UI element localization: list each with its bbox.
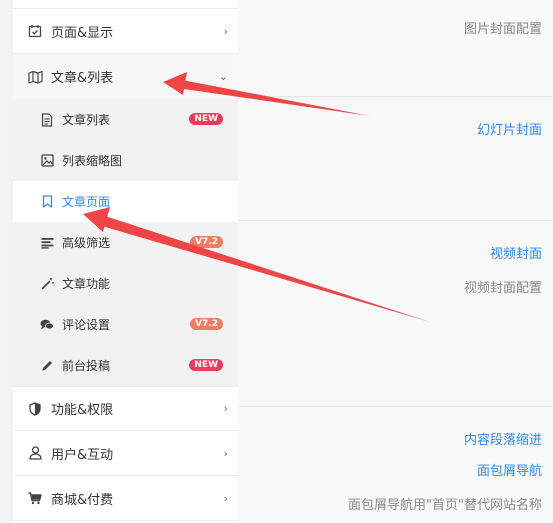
document-icon: [40, 112, 54, 127]
article-submenu: 文章列表 NEW 列表缩略图 文章页面 高级筛选 V7.2 文章功能 评论设置 …: [13, 99, 238, 386]
submenu-item-label: 文章列表: [62, 113, 111, 127]
sidebar-item-label: 用户&互动: [51, 447, 114, 463]
indent-link[interactable]: 内容段落缩进: [464, 429, 542, 448]
sidebar-item-features-permissions[interactable]: 功能&权限 ›: [13, 386, 238, 431]
bookmark-icon: [40, 195, 54, 209]
submenu-item-label: 评论设置: [62, 318, 111, 332]
submenu-item-frontend-submission[interactable]: 前台投稿 NEW: [13, 345, 238, 386]
video-cover-config-text: 视频封面配置: [463, 281, 542, 296]
submenu-item-label: 列表缩略图: [62, 154, 123, 168]
submenu-item-label: 前台投稿: [62, 359, 111, 373]
chevron-down-icon: ⌄: [218, 70, 228, 83]
magic-wand-icon: [40, 277, 54, 291]
cover-config-text: 图片封面配置: [463, 22, 542, 37]
submenu-item-label: 高级筛选: [62, 236, 111, 250]
version-badge: V7.2: [190, 318, 223, 330]
sidebar-item-label: 商城&付费: [51, 492, 114, 508]
new-badge: NEW: [189, 359, 223, 371]
map-icon: [27, 69, 43, 85]
video-cover-link[interactable]: 视频封面: [490, 243, 542, 262]
sidebar-item-article-list[interactable]: 文章&列表 ⌄: [13, 54, 238, 99]
submenu-item-article-features[interactable]: 文章功能: [13, 263, 238, 304]
chevron-right-icon: ›: [223, 491, 228, 505]
submenu-item-thumbnail[interactable]: 列表缩略图: [13, 140, 238, 181]
chevron-right-icon: ›: [223, 446, 228, 460]
filter-lines-icon: [40, 236, 54, 250]
slide-cover-link[interactable]: 幻灯片封面: [477, 119, 542, 138]
submenu-item-article-list[interactable]: 文章列表 NEW: [13, 99, 238, 140]
user-icon: [27, 445, 43, 461]
sidebar-item-label: 文章&列表: [51, 71, 114, 86]
chevron-right-icon: ›: [223, 402, 228, 415]
pencil-icon: [40, 359, 54, 373]
submenu-item-advanced-filter[interactable]: 高级筛选 V7.2: [13, 222, 238, 263]
image-icon: [40, 154, 54, 168]
section-divider: [238, 96, 553, 97]
shield-icon: [27, 401, 43, 417]
sidebar-item-users-interaction[interactable]: 用户&互动 ›: [13, 431, 238, 476]
calendar-check-icon: [27, 23, 43, 39]
sidebar-item-shop-payment[interactable]: 商城&付费 ›: [13, 476, 238, 521]
comment-icon: [40, 318, 54, 332]
sidebar-item-label: 功能&权限: [51, 403, 114, 418]
submenu-item-comment-settings[interactable]: 评论设置 V7.2: [13, 304, 238, 345]
left-gutter: [0, 0, 13, 523]
sidebar-top-strip: [13, 0, 238, 9]
submenu-item-label: 文章功能: [62, 277, 111, 291]
version-badge: V7.2: [190, 236, 223, 248]
section-divider: [238, 406, 553, 407]
submenu-item-label: 文章页面: [62, 195, 111, 209]
chevron-right-icon: ›: [223, 24, 228, 38]
submenu-item-article-page[interactable]: 文章页面: [13, 181, 238, 222]
breadcrumb-link[interactable]: 面包屑导航: [477, 460, 542, 479]
section-divider: [238, 220, 553, 221]
cart-icon: [27, 490, 43, 506]
new-badge: NEW: [189, 113, 223, 125]
sidebar: 页面&显示 › 文章&列表 ⌄ 文章列表 NEW 列表缩略图 文章页面 高级筛选…: [13, 0, 238, 523]
sidebar-item-label: 页面&显示: [51, 25, 114, 41]
breadcrumb-desc-text: 面包屑导航用"首页"替代网站名称: [348, 498, 542, 513]
sidebar-item-page-display[interactable]: 页面&显示 ›: [13, 9, 238, 54]
